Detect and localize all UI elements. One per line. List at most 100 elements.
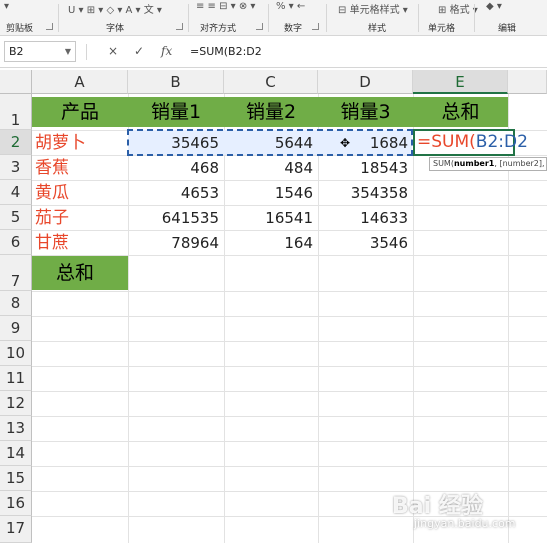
ribbon-separator bbox=[326, 4, 327, 32]
gridline bbox=[413, 94, 414, 543]
cell-e2-edit-text[interactable]: =SUM(B2:D2 bbox=[417, 132, 528, 152]
watermark-logo: Bai 经验 bbox=[392, 494, 483, 519]
row-header-6[interactable]: 6 bbox=[0, 230, 32, 255]
row-header-5[interactable]: 5 bbox=[0, 205, 32, 230]
row-header-10[interactable]: 10 bbox=[0, 341, 32, 366]
row-header-9[interactable]: 9 bbox=[0, 316, 32, 341]
column-header-a[interactable]: A bbox=[32, 70, 128, 94]
row-header-7[interactable]: 7 bbox=[0, 255, 32, 291]
gridline bbox=[32, 366, 547, 367]
ribbon-group-styles: 样式 bbox=[368, 24, 387, 34]
clear-icon[interactable]: ◆ ▾ bbox=[486, 1, 502, 12]
paste-icon[interactable]: ▾ bbox=[4, 1, 9, 12]
cell-c5[interactable]: 16541 bbox=[224, 206, 318, 230]
gridline bbox=[32, 391, 547, 392]
ribbon: ▾ U ▾ ⊞ ▾ ◇ ▾ A ▾ 文 ▾ ≡ ≡ ⊟ ▾ ⊗ ▾ % ▾ ← … bbox=[0, 0, 547, 36]
format-icon: ⊞ bbox=[438, 5, 447, 16]
dialog-launcher-icon[interactable] bbox=[46, 23, 53, 30]
gridline bbox=[32, 341, 547, 342]
number-format-icon[interactable]: % ▾ ← bbox=[276, 1, 305, 12]
ribbon-group-cells: 单元格 bbox=[428, 24, 456, 34]
row-header-16[interactable]: 16 bbox=[0, 491, 32, 516]
watermark-url: jingyan.baidu.com bbox=[414, 517, 516, 530]
gridline bbox=[32, 466, 547, 467]
row-header-14[interactable]: 14 bbox=[0, 441, 32, 466]
name-box[interactable]: B2 ▼ bbox=[4, 41, 76, 62]
tooltip-current-arg: number1 bbox=[453, 159, 495, 168]
cell-cursor-icon: ✥ bbox=[340, 136, 351, 150]
column-header-b[interactable]: B bbox=[128, 70, 224, 94]
cancel-icon[interactable]: × bbox=[108, 45, 118, 57]
ribbon-separator bbox=[58, 4, 59, 32]
row-header-11[interactable]: 11 bbox=[0, 366, 32, 391]
select-all-corner[interactable] bbox=[0, 70, 32, 94]
row-header-8[interactable]: 8 bbox=[0, 291, 32, 316]
cell-c3[interactable]: 484 bbox=[224, 156, 318, 180]
formula-reference-text: B2:D2 bbox=[475, 132, 528, 152]
cell-d5[interactable]: 14633 bbox=[318, 206, 413, 230]
confirm-icon[interactable]: ✓ bbox=[134, 45, 144, 57]
ribbon-group-font: 字体 bbox=[106, 24, 125, 34]
cell-c1[interactable]: 销量2 bbox=[224, 97, 318, 127]
cell-style-button[interactable]: ⊟ 单元格样式 ▾ bbox=[338, 1, 408, 16]
row-header-12[interactable]: 12 bbox=[0, 391, 32, 416]
ribbon-group-editing: 编辑 bbox=[498, 24, 517, 34]
ribbon-group-alignment: 对齐方式 bbox=[200, 24, 237, 34]
column-header-d[interactable]: D bbox=[318, 70, 413, 94]
ribbon-group-number: 数字 bbox=[284, 24, 303, 34]
font-underline-icon[interactable]: U ▾ ⊞ ▾ ◇ ▾ A ▾ 文 ▾ bbox=[68, 1, 162, 16]
row-header-2[interactable]: 2 bbox=[0, 130, 32, 155]
gridline bbox=[32, 316, 547, 317]
row-header-17[interactable]: 17 bbox=[0, 516, 32, 543]
gridline bbox=[32, 441, 547, 442]
cell-d1[interactable]: 销量3 bbox=[318, 97, 413, 127]
cell-d6[interactable]: 3546 bbox=[318, 231, 413, 255]
gridline bbox=[32, 416, 547, 417]
row-header-4[interactable]: 4 bbox=[0, 180, 32, 205]
row-header-15[interactable]: 15 bbox=[0, 466, 32, 491]
dialog-launcher-icon[interactable] bbox=[176, 23, 183, 30]
ribbon-separator bbox=[268, 4, 269, 32]
row-header-3[interactable]: 3 bbox=[0, 155, 32, 180]
ribbon-separator bbox=[188, 4, 189, 32]
cell-d4[interactable]: 354358 bbox=[318, 181, 413, 205]
format-button[interactable]: ⊞ 格式 ▾ bbox=[438, 1, 478, 16]
chevron-down-icon: ▼ bbox=[64, 47, 71, 56]
formula-input[interactable]: =SUM(B2:D2 bbox=[190, 45, 262, 58]
gridline bbox=[32, 291, 547, 292]
cell-style-icon: ⊟ bbox=[338, 5, 347, 16]
column-header-c[interactable]: C bbox=[224, 70, 318, 94]
cell-a6[interactable]: 甘蔗 bbox=[32, 231, 128, 255]
range-selection-marquee bbox=[127, 129, 413, 156]
row-header-1[interactable]: 1 bbox=[0, 94, 32, 130]
cell-a4[interactable]: 黄瓜 bbox=[32, 181, 128, 205]
cell-b4[interactable]: 4653 bbox=[128, 181, 224, 205]
cell-a3[interactable]: 香蕉 bbox=[32, 156, 128, 180]
formula-bar: B2 ▼ × ✓ fx =SUM(B2:D2 bbox=[0, 36, 547, 68]
cell-a1[interactable]: 产品 bbox=[32, 97, 128, 127]
cell-a2[interactable]: 胡萝卜 bbox=[32, 131, 128, 155]
column-header-f[interactable] bbox=[508, 70, 547, 94]
column-header-e[interactable]: E bbox=[413, 70, 508, 94]
cell-a5[interactable]: 茄子 bbox=[32, 206, 128, 230]
ribbon-separator bbox=[474, 4, 475, 32]
cell-a7[interactable]: 总和 bbox=[32, 256, 128, 290]
ribbon-group-clipboard: 剪贴板 bbox=[6, 24, 34, 34]
cell-b1[interactable]: 销量1 bbox=[128, 97, 224, 127]
dialog-launcher-icon[interactable] bbox=[312, 23, 319, 30]
cell-b5[interactable]: 641535 bbox=[128, 206, 224, 230]
cell-e1[interactable]: 总和 bbox=[413, 97, 508, 127]
insert-function-icon[interactable]: fx bbox=[161, 45, 172, 57]
align-icon[interactable]: ≡ ≡ ⊟ ▾ ⊗ ▾ bbox=[196, 1, 255, 12]
cell-d3[interactable]: 18543 bbox=[318, 156, 413, 180]
cell-b3[interactable]: 468 bbox=[128, 156, 224, 180]
formula-function-text: =SUM( bbox=[417, 132, 476, 152]
cell-c6[interactable]: 164 bbox=[224, 231, 318, 255]
baidu-watermark: Bai 经验 jingyan.baidu.com bbox=[392, 488, 542, 538]
function-tooltip[interactable]: SUM(number1, [number2], ... bbox=[429, 157, 547, 171]
dialog-launcher-icon[interactable] bbox=[256, 23, 263, 30]
cell-b6[interactable]: 78964 bbox=[128, 231, 224, 255]
formula-bar-separator bbox=[86, 44, 87, 60]
cell-c4[interactable]: 1546 bbox=[224, 181, 318, 205]
row-header-13[interactable]: 13 bbox=[0, 416, 32, 441]
